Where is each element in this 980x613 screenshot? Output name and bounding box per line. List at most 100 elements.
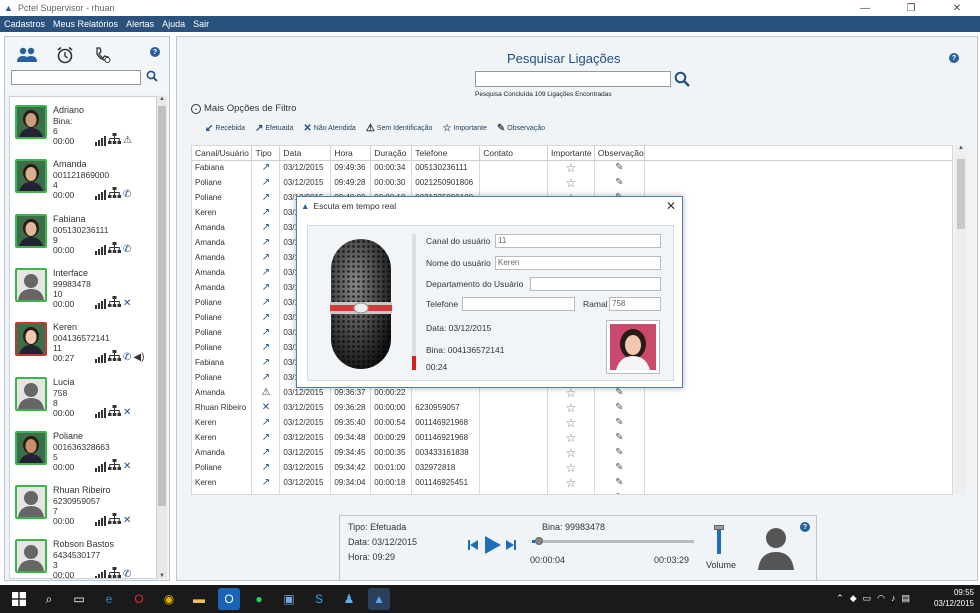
org-chart-icon[interactable] bbox=[108, 187, 121, 200]
star-icon[interactable]: ☆ bbox=[547, 490, 595, 494]
star-icon[interactable]: ☆ bbox=[547, 430, 595, 445]
user-card[interactable]: Adriano Bina: 6 00:00 ⚠ bbox=[10, 101, 156, 155]
col-telefone[interactable]: Telefone bbox=[411, 146, 481, 161]
skip-back-icon[interactable] bbox=[468, 539, 478, 551]
note-icon[interactable]: ✎ bbox=[594, 400, 645, 415]
calls-table-scrollbar[interactable]: ▲ bbox=[955, 145, 967, 495]
note-icon[interactable]: ✎ bbox=[594, 460, 645, 475]
volume-slider[interactable] bbox=[714, 525, 724, 554]
table-row[interactable]: Keren ↗ 03/12/2015 09:34:04 00:00:18 00114692… bbox=[192, 475, 952, 490]
note-icon[interactable]: ✎ bbox=[594, 475, 645, 490]
volume-knob[interactable] bbox=[714, 525, 724, 531]
user-card[interactable]: Amanda 001121869000 4 00:00 ✆ bbox=[10, 155, 156, 209]
tray-app-icon[interactable]: ◆ bbox=[850, 593, 857, 604]
table-row[interactable]: Rhuan Ribeiro ✕ 03/12/2015 09:36:28 00:00:00… bbox=[192, 400, 952, 415]
col-importante[interactable]: Importante bbox=[547, 146, 595, 161]
org-chart-icon[interactable] bbox=[108, 241, 121, 255]
volume-tray-icon[interactable]: ♪ bbox=[891, 593, 896, 604]
filter-importante[interactable]: ☆ Importante bbox=[442, 123, 486, 134]
users-scrollbar[interactable]: ▲ ▼ bbox=[157, 96, 167, 579]
note-icon[interactable]: ✎ bbox=[594, 415, 645, 430]
restore-icon[interactable]: ❐ bbox=[888, 0, 934, 16]
star-icon[interactable]: ☆ bbox=[547, 175, 595, 190]
departamento-field[interactable] bbox=[530, 277, 661, 291]
progress-track[interactable] bbox=[532, 537, 694, 545]
play-icon[interactable] bbox=[482, 535, 502, 555]
org-chart-icon[interactable] bbox=[108, 513, 121, 526]
note-icon[interactable]: ✎ bbox=[594, 175, 645, 190]
filter-sem-identificacao[interactable]: ⚠ Sem Identificação bbox=[366, 123, 433, 134]
pctel-taskbar-icon[interactable]: ▲ bbox=[368, 588, 390, 610]
task-view-icon[interactable]: ▭ bbox=[68, 588, 90, 610]
main-help-icon[interactable]: ? bbox=[949, 53, 959, 63]
users-search-input[interactable] bbox=[11, 70, 141, 85]
phone-settings-icon[interactable] bbox=[91, 45, 115, 65]
notifications-icon[interactable]: ▤ bbox=[901, 593, 910, 604]
battery-icon[interactable]: ▭ bbox=[863, 593, 872, 604]
spotify-icon[interactable]: ● bbox=[248, 588, 270, 610]
progress-knob[interactable] bbox=[535, 537, 544, 545]
telefone-field[interactable] bbox=[462, 297, 575, 311]
col-tipo[interactable]: Tipo bbox=[251, 146, 281, 161]
org-chart-icon[interactable] bbox=[108, 404, 121, 418]
menu-sair[interactable]: Sair bbox=[193, 19, 209, 29]
network-app-icon[interactable]: ♟ bbox=[338, 588, 360, 610]
col-hora[interactable]: Hora bbox=[330, 146, 372, 161]
filter-observacao[interactable]: ✎ Observação bbox=[497, 123, 545, 134]
search-taskbar-icon[interactable]: ⌕ bbox=[38, 588, 60, 610]
star-icon[interactable]: ☆ bbox=[547, 445, 595, 460]
wifi-icon[interactable]: ◠ bbox=[877, 593, 885, 604]
help-icon[interactable]: ? bbox=[150, 47, 160, 57]
filter-efetuada[interactable]: ↗ Efetuada bbox=[255, 123, 293, 134]
users-scrollbar-thumb[interactable] bbox=[158, 106, 166, 506]
col-data[interactable]: Data bbox=[279, 146, 332, 161]
outlook-icon[interactable]: O bbox=[218, 588, 240, 610]
stats-icon[interactable] bbox=[95, 516, 106, 527]
search-icon[interactable] bbox=[146, 70, 158, 85]
taskbar-clock[interactable]: 09:55 03/12/2015 bbox=[934, 587, 974, 609]
org-chart-icon[interactable] bbox=[108, 458, 121, 472]
filter-recebida[interactable]: ↙ Recebida bbox=[205, 123, 245, 134]
stats-icon[interactable] bbox=[95, 244, 106, 255]
ramal-field[interactable]: 758 bbox=[609, 297, 661, 311]
filter-nao-atendida[interactable]: ✕ Não Atendida bbox=[303, 123, 355, 134]
note-icon[interactable]: ✎ bbox=[594, 490, 645, 494]
org-chart-icon[interactable] bbox=[108, 295, 121, 309]
file-explorer-icon[interactable]: ▬ bbox=[188, 588, 210, 610]
alarm-clock-icon[interactable] bbox=[53, 45, 77, 65]
chrome-icon[interactable]: ◉ bbox=[158, 588, 180, 610]
users-icon[interactable] bbox=[15, 45, 39, 65]
table-row[interactable]: Poliane ↗ 03/12/2015 09:34:42 00:01:00 032972… bbox=[192, 460, 952, 475]
table-row[interactable]: Fabiana ↗ 03/12/2015 09:49:36 00:00:34 005130… bbox=[192, 160, 952, 175]
org-chart-icon[interactable] bbox=[108, 133, 121, 146]
user-card[interactable]: Lucia 758 8 00:00 ✕ bbox=[10, 373, 156, 427]
col-contato[interactable]: Contato bbox=[479, 146, 548, 161]
speaker-icon[interactable]: ◀) bbox=[133, 352, 144, 363]
user-card[interactable]: Interface 99983478 10 00:00 ✕ bbox=[10, 264, 156, 318]
tray-chevron-icon[interactable]: ⌃ bbox=[836, 593, 844, 604]
menu-meus-relatorios[interactable]: Meus Relatórios bbox=[53, 19, 118, 29]
calls-search-input[interactable] bbox=[475, 71, 671, 87]
user-card[interactable]: Fabiana 005130236111 9 00:00 ✆ bbox=[10, 210, 156, 264]
calls-search-icon[interactable] bbox=[674, 71, 690, 90]
menu-alertas[interactable]: Alertas bbox=[126, 19, 154, 29]
star-icon[interactable]: ☆ bbox=[547, 475, 595, 490]
stats-icon[interactable] bbox=[95, 461, 106, 472]
col-canal-usuario[interactable]: Canal/Usuário bbox=[192, 146, 253, 161]
user-card[interactable]: Rhuan Ribeiro 6230959057 7 00:00 ✕ bbox=[10, 481, 156, 535]
minimize-icon[interactable]: — bbox=[842, 0, 888, 16]
stats-icon[interactable] bbox=[95, 298, 106, 309]
dialog-close-icon[interactable]: ✕ bbox=[666, 199, 676, 213]
org-chart-icon[interactable] bbox=[108, 567, 121, 578]
close-window-icon[interactable]: ✕ bbox=[934, 0, 980, 16]
table-row[interactable]: Keren ↗ 03/12/2015 09:35:40 00:00:54 00114692… bbox=[192, 415, 952, 430]
user-card[interactable]: Poliane 001636328663 5 00:00 ✕ bbox=[10, 427, 156, 481]
stats-icon[interactable] bbox=[95, 353, 106, 364]
canal-field[interactable]: 11 bbox=[495, 234, 661, 248]
star-icon[interactable]: ☆ bbox=[547, 400, 595, 415]
star-icon[interactable]: ☆ bbox=[547, 415, 595, 430]
stats-icon[interactable] bbox=[95, 407, 106, 418]
player-help-icon[interactable]: ? bbox=[800, 522, 810, 532]
note-icon[interactable]: ✎ bbox=[594, 160, 645, 175]
table-row[interactable]: Keren↗03/12/201509:33:4000:00:1700114692… bbox=[192, 490, 952, 494]
